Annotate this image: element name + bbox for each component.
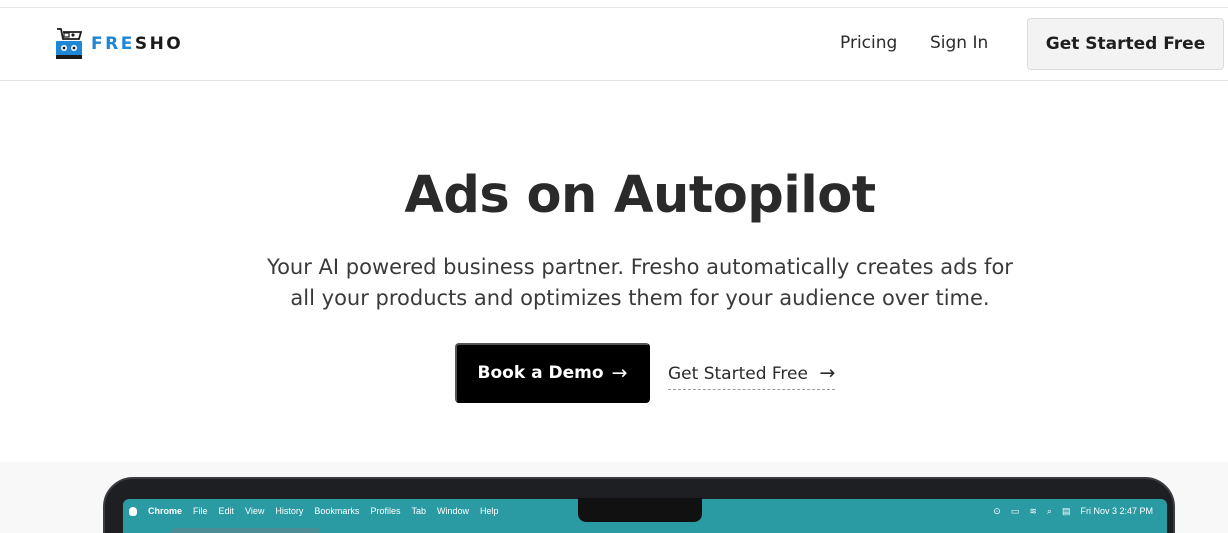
hero-get-started-link[interactable]: Get Started Free → [668,362,836,390]
book-demo-button[interactable]: Book a Demo → [455,343,650,403]
site-header: FRESHO Pricing Sign In Get Started Free [0,8,1228,81]
mock-menu-item: Edit [218,506,235,516]
top-strip [0,0,1228,8]
mock-clock: Fri Nov 3 2:47 PM [1080,506,1153,516]
control-center-icon: ▤ [1061,505,1071,516]
hero-get-started-label: Get Started Free [668,364,808,384]
hero-subtitle: Your AI powered business partner. Fresho… [240,252,1040,314]
mock-menu-item: Tab [411,506,426,516]
nav-pricing-link[interactable]: Pricing [840,33,897,53]
brand-name-part-a: FRE [91,34,135,54]
mock-menu-item: History [275,506,304,516]
nav-signin-link[interactable]: Sign In [930,33,988,53]
hero-title: Ads on Autopilot [404,166,876,225]
mock-menu-item: Window [436,506,469,516]
book-demo-label: Book a Demo [477,363,604,383]
arrow-right-icon: → [611,362,628,384]
wifi-icon: ≋ [1029,505,1037,516]
mock-menu-item: Bookmarks [314,506,360,516]
mock-menu-item: Help [479,506,499,516]
cart-logo-icon [55,27,83,61]
mock-menu-item: View [245,506,265,516]
brand-name-part-b: SHO [134,34,184,54]
mock-browser-tab [172,528,320,533]
mock-menubar: Chrome File Edit View History Bookmarks … [123,503,1167,519]
brand-name: FRESHO [91,34,183,54]
search-icon: ⌕ [1046,505,1052,516]
battery-icon: ▭ [1010,505,1020,516]
hero-subtitle-line-2: all your products and optimizes them for… [290,286,990,310]
arrow-right-icon: → [819,362,836,384]
mock-menu-item: Profiles [370,506,401,516]
mock-menu-item: File [193,506,208,516]
hero-subtitle-line-1: Your AI powered business partner. Fresho… [267,255,1013,279]
play-circle-icon: ⊙ [993,505,1001,516]
apple-icon [129,506,137,516]
mock-menubar-app: Chrome [148,506,183,516]
header-get-started-button[interactable]: Get Started Free [1027,18,1224,70]
logo[interactable]: FRESHO [55,27,183,61]
mock-menubar-status: ⊙ ▭ ≋ ⌕ ▤ Fri Nov 3 2:47 PM [983,503,1153,519]
